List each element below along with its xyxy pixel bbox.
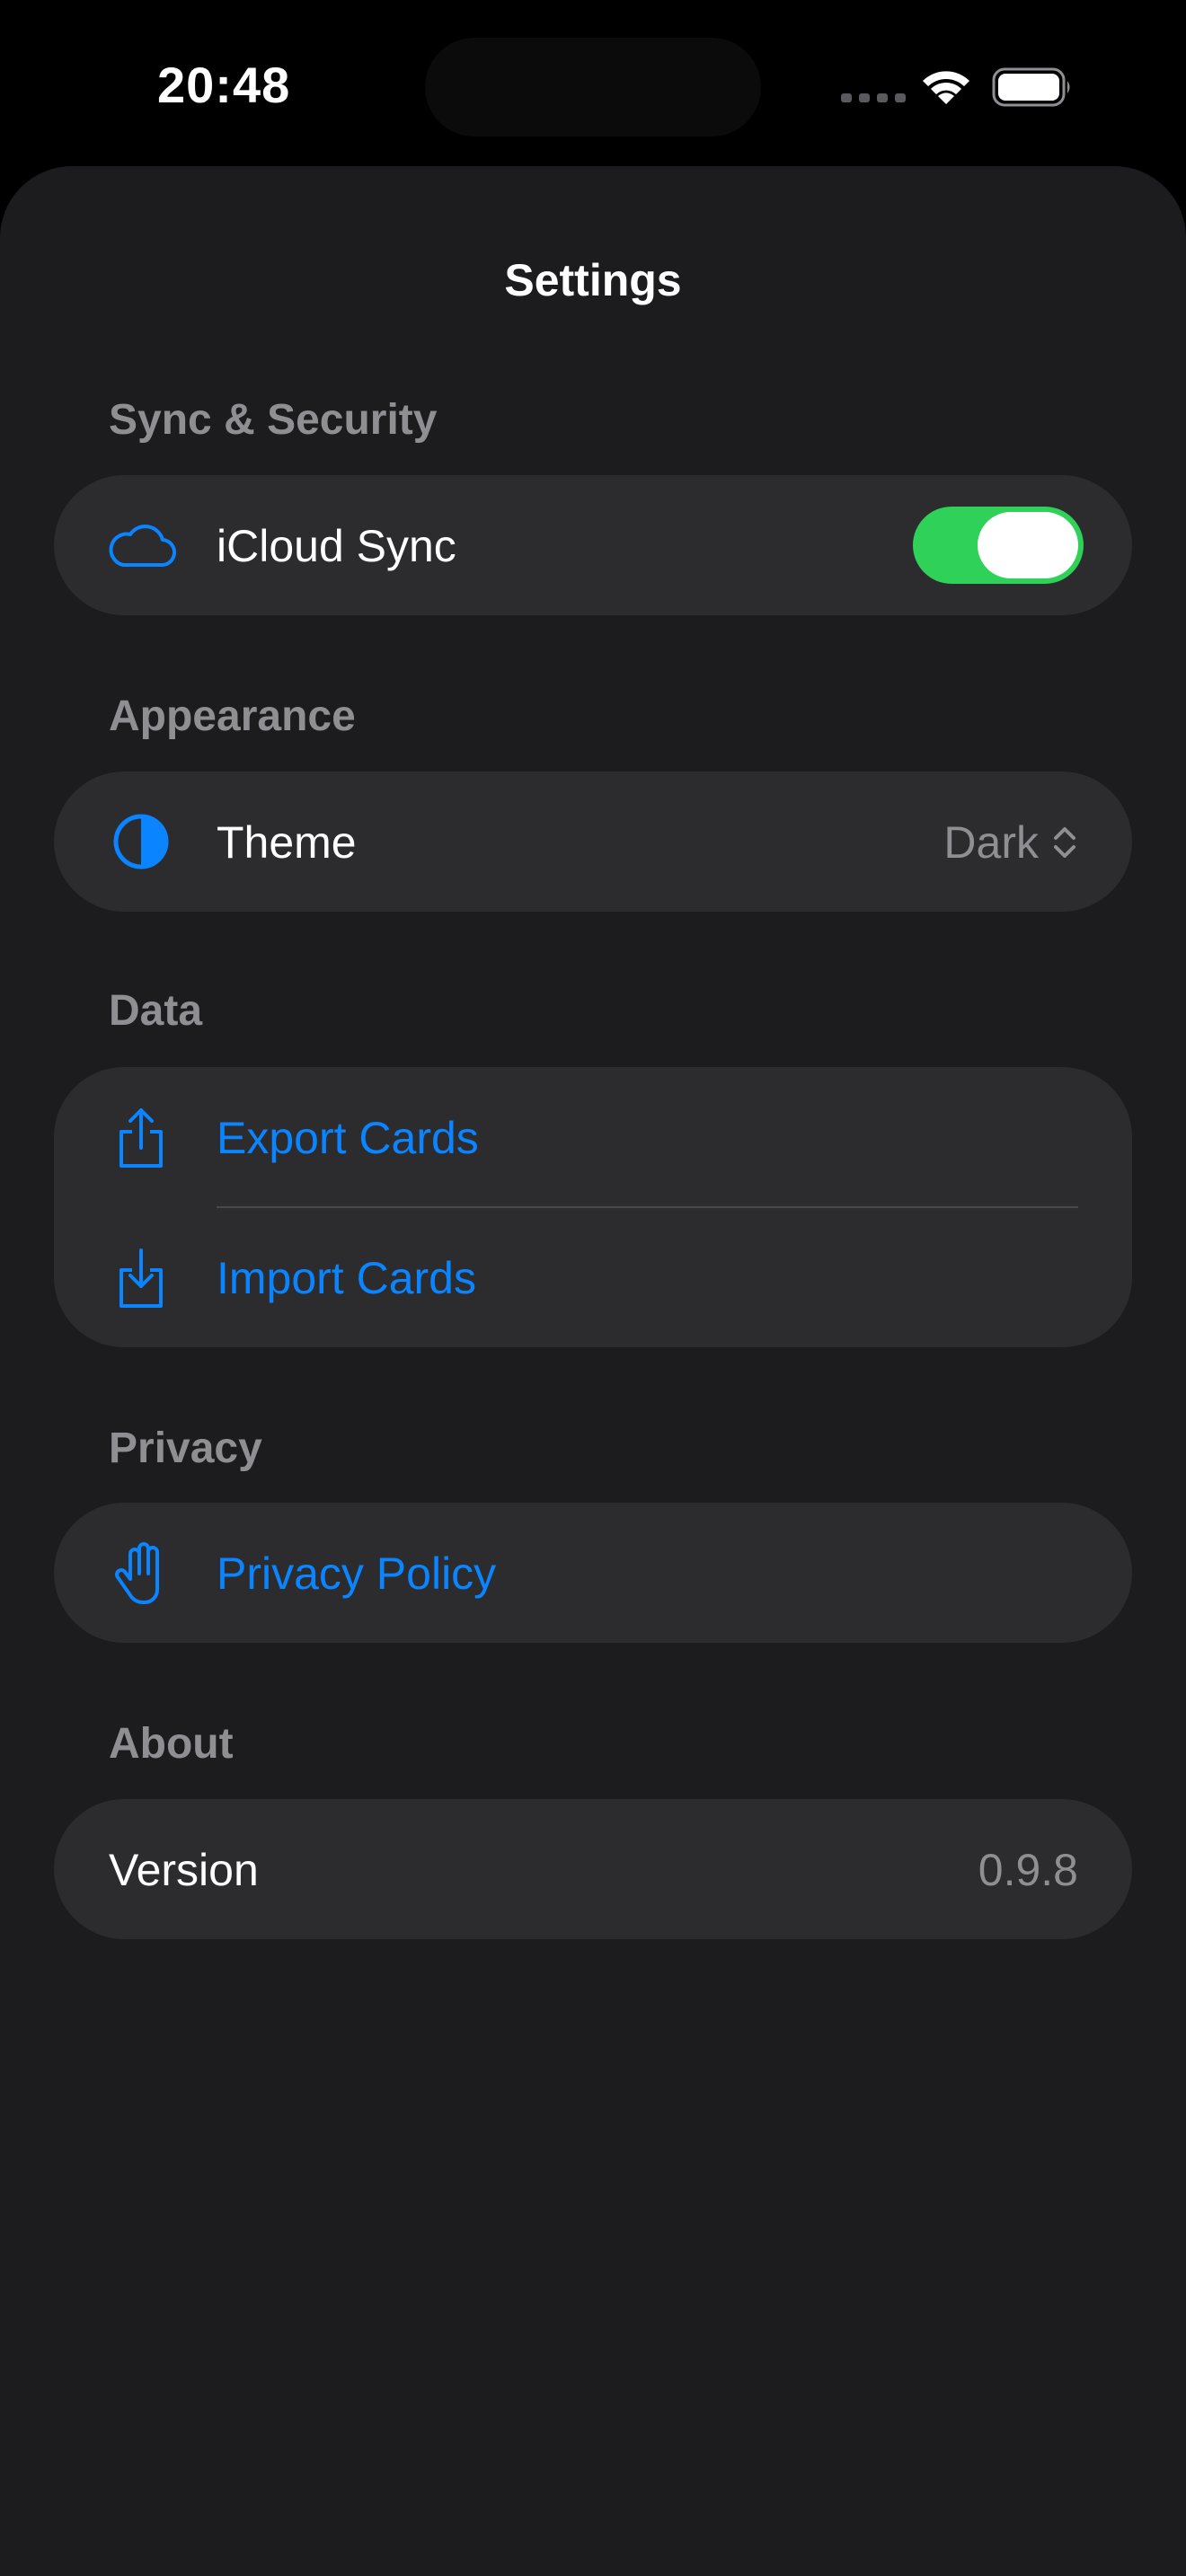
hand-raised-icon [115, 1542, 159, 1605]
group-about: Version 0.9.8 [54, 1799, 1132, 1939]
import-cards-label: Import Cards [217, 1253, 476, 1303]
battery-icon [992, 67, 1070, 107]
theme-value: Dark [943, 817, 1039, 868]
section-header-sync-security: Sync & Security [109, 396, 438, 444]
row-theme[interactable]: Theme Dark [54, 772, 1132, 912]
export-cards-label: Export Cards [217, 1113, 479, 1163]
group-data: Export Cards Import Cards [54, 1067, 1132, 1347]
share-upload-icon [119, 1108, 163, 1168]
row-privacy-policy[interactable]: Privacy Policy [54, 1503, 1132, 1643]
cloud-icon [109, 525, 177, 568]
section-header-about: About [109, 1720, 234, 1768]
wifi-icon [923, 71, 969, 104]
chevron-up-down-icon [1054, 827, 1075, 858]
settings-sheet: Settings Sync & Security iCloud Sync App… [0, 166, 1186, 2576]
version-label: Version [109, 1845, 259, 1895]
page-title: Settings [504, 255, 682, 305]
group-privacy: Privacy Policy [54, 1503, 1132, 1643]
row-export-cards[interactable]: Export Cards [54, 1067, 1132, 1208]
row-version: Version 0.9.8 [54, 1799, 1132, 1939]
status-bar: 20:48 [0, 0, 1186, 166]
section-header-data: Data [109, 987, 203, 1035]
row-icloud-sync: iCloud Sync [54, 475, 1132, 615]
cellular-signal-icon [841, 93, 906, 102]
group-sync-security: iCloud Sync [54, 475, 1132, 615]
toggle-knob [978, 512, 1078, 578]
download-tray-icon [119, 1248, 163, 1308]
dynamic-island [425, 38, 761, 137]
privacy-policy-label: Privacy Policy [217, 1548, 497, 1599]
half-circle-contrast-icon [113, 814, 169, 869]
theme-picker[interactable]: Dark [943, 816, 1078, 869]
status-time: 20:48 [157, 57, 291, 113]
icloud-sync-label: iCloud Sync [217, 521, 456, 571]
theme-label: Theme [217, 817, 357, 868]
version-value: 0.9.8 [978, 1845, 1078, 1895]
section-header-privacy: Privacy [109, 1425, 262, 1472]
row-import-cards[interactable]: Import Cards [54, 1207, 1132, 1347]
section-header-appearance: Appearance [109, 693, 356, 740]
icloud-sync-toggle[interactable] [913, 507, 1084, 584]
group-appearance: Theme Dark [54, 772, 1132, 912]
